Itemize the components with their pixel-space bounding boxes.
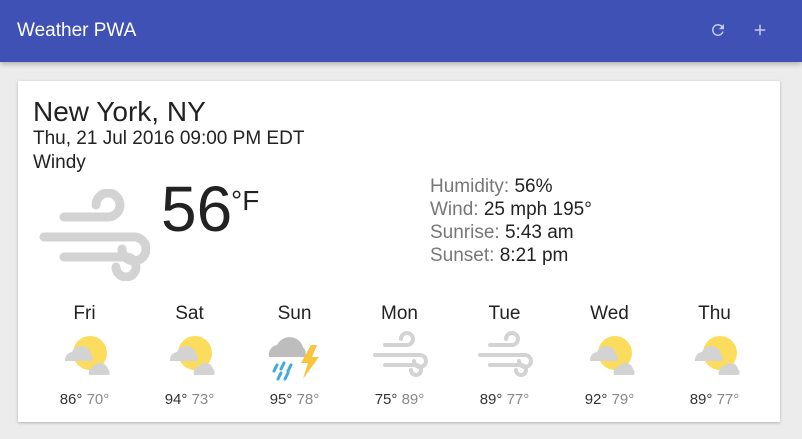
detail-row-humidity: Humidity: 56% xyxy=(430,176,553,197)
forecast-day-name: Mon xyxy=(381,303,418,324)
refresh-button[interactable] xyxy=(706,18,730,42)
weather-details: Humidity: 56% Wind: 25 mph 195° Sunrise:… xyxy=(430,175,592,267)
forecast-row: Fri 86° 70° Sat 94° 73° Sun 95° 78° Mon … xyxy=(32,301,766,411)
forecast-day-name: Wed xyxy=(590,303,629,324)
forecast-day-name: Fri xyxy=(73,303,96,324)
forecast-day-name: Thu xyxy=(698,303,731,324)
forecast-day-name: Sun xyxy=(277,303,312,324)
detail-row-sunset: Sunset: 8:21 pm xyxy=(430,245,569,266)
app-title: Weather PWA xyxy=(17,20,137,41)
add-city-button[interactable] xyxy=(748,18,772,42)
forecast-day: Thu 89° 77° xyxy=(662,301,767,408)
forecast-temps: 94° 73° xyxy=(164,391,215,408)
forecast-temps: 86° 70° xyxy=(59,391,110,408)
detail-row-wind: Wind: 25 mph 195° xyxy=(430,199,592,220)
temperature-unit: °F xyxy=(231,185,260,216)
forecast-temps: 89° 77° xyxy=(479,391,530,408)
forecast-day: Wed 92° 79° xyxy=(557,301,662,408)
wind-icon xyxy=(452,331,557,387)
forecast-day: Sun 95° 78° xyxy=(242,301,347,408)
refresh-icon xyxy=(711,23,724,36)
forecast-day-name: Tue xyxy=(488,303,521,324)
partly-cloudy-icon xyxy=(32,331,137,387)
forecast-temps: 95° 78° xyxy=(269,391,320,408)
wind-icon xyxy=(38,188,151,286)
location-name: New York, NY xyxy=(33,96,206,127)
detail-row-sunrise: Sunrise: 5:43 am xyxy=(430,222,574,243)
wind-icon xyxy=(347,331,452,387)
forecast-temps: 92° 79° xyxy=(584,391,635,408)
current-temperature: 56 xyxy=(161,173,233,245)
forecast-day: Mon 75° 89° xyxy=(347,301,452,408)
forecast-day: Tue 89° 77° xyxy=(452,301,557,408)
partly-cloudy-icon xyxy=(137,331,242,387)
forecast-temps: 89° 77° xyxy=(689,391,740,408)
plus-icon xyxy=(754,24,766,36)
weather-card: New York, NY Thu, 21 Jul 2016 09:00 PM E… xyxy=(18,81,780,422)
partly-cloudy-icon xyxy=(557,331,662,387)
weather-description: Windy xyxy=(33,152,86,173)
app-header: Weather PWA xyxy=(0,0,802,62)
forecast-day-name: Sat xyxy=(175,303,204,324)
thunderstorm-icon xyxy=(242,331,347,387)
forecast-day: Sat 94° 73° xyxy=(137,301,242,408)
forecast-temps: 75° 89° xyxy=(374,391,425,408)
header-actions xyxy=(706,18,772,42)
forecast-day: Fri 86° 70° xyxy=(32,301,137,408)
current-date: Thu, 21 Jul 2016 09:00 PM EDT xyxy=(33,128,305,149)
partly-cloudy-icon xyxy=(662,331,767,387)
